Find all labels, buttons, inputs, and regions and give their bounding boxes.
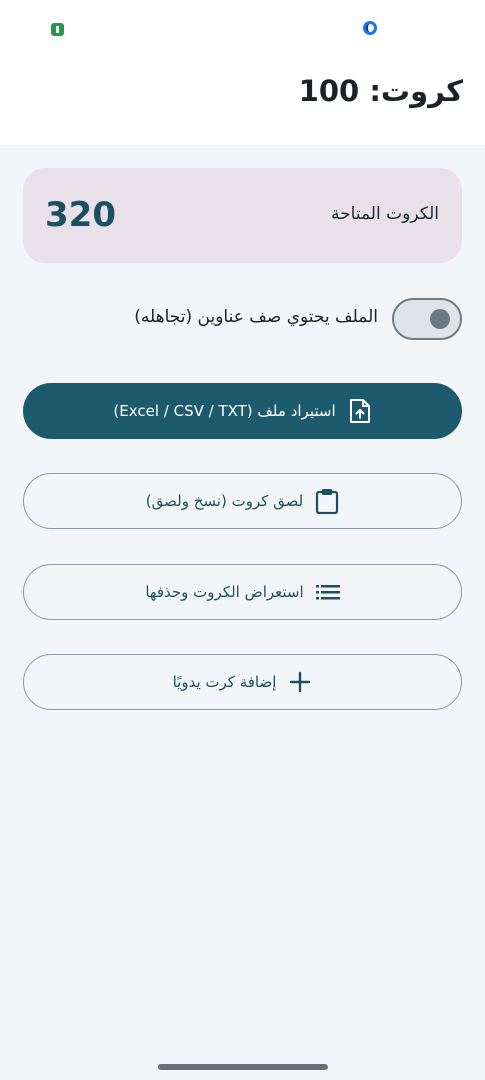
header-row-switch[interactable] [392,298,462,340]
home-indicator[interactable] [158,1064,328,1070]
import-file-label: استيراد ملف (Excel / CSV / TXT) [113,402,336,420]
available-cards-label: الكروت المتاحة [331,204,439,224]
available-cards-count: 320 [45,195,116,235]
add-card-manually-label: إضافة كرت يدويًا [172,673,277,691]
list-icon [315,580,340,604]
file-upload-icon [348,399,372,423]
import-file-button[interactable]: استيراد ملف (Excel / CSV / TXT) [23,383,462,439]
plus-icon [288,670,312,694]
paste-cards-label: لصق كروت (نسخ ولصق) [145,492,304,510]
page-title: كروت: 100 [298,74,463,108]
view-delete-cards-button[interactable]: استعراض الكروت وحذفها [23,564,462,620]
available-cards-panel: الكروت المتاحة 320 [23,168,462,263]
sync-status-icon [363,21,377,35]
app-bar: كروت: 100 [0,60,485,145]
header-row-toggle-row: الملف يحتوي صف عناوين (تجاهله) [23,295,462,343]
view-delete-cards-label: استعراض الكروت وحذفها [145,583,304,601]
main-content: الكروت المتاحة 320 الملف يحتوي صف عناوين… [0,145,485,1080]
switch-knob [430,309,450,329]
paste-cards-button[interactable]: لصق كروت (نسخ ولصق) [23,473,462,529]
app-notification-icon [51,23,64,36]
status-bar [0,0,485,60]
clipboard-icon [315,489,339,514]
header-row-toggle-label: الملف يحتوي صف عناوين (تجاهله) [134,307,378,327]
add-card-manually-button[interactable]: إضافة كرت يدويًا [23,654,462,710]
